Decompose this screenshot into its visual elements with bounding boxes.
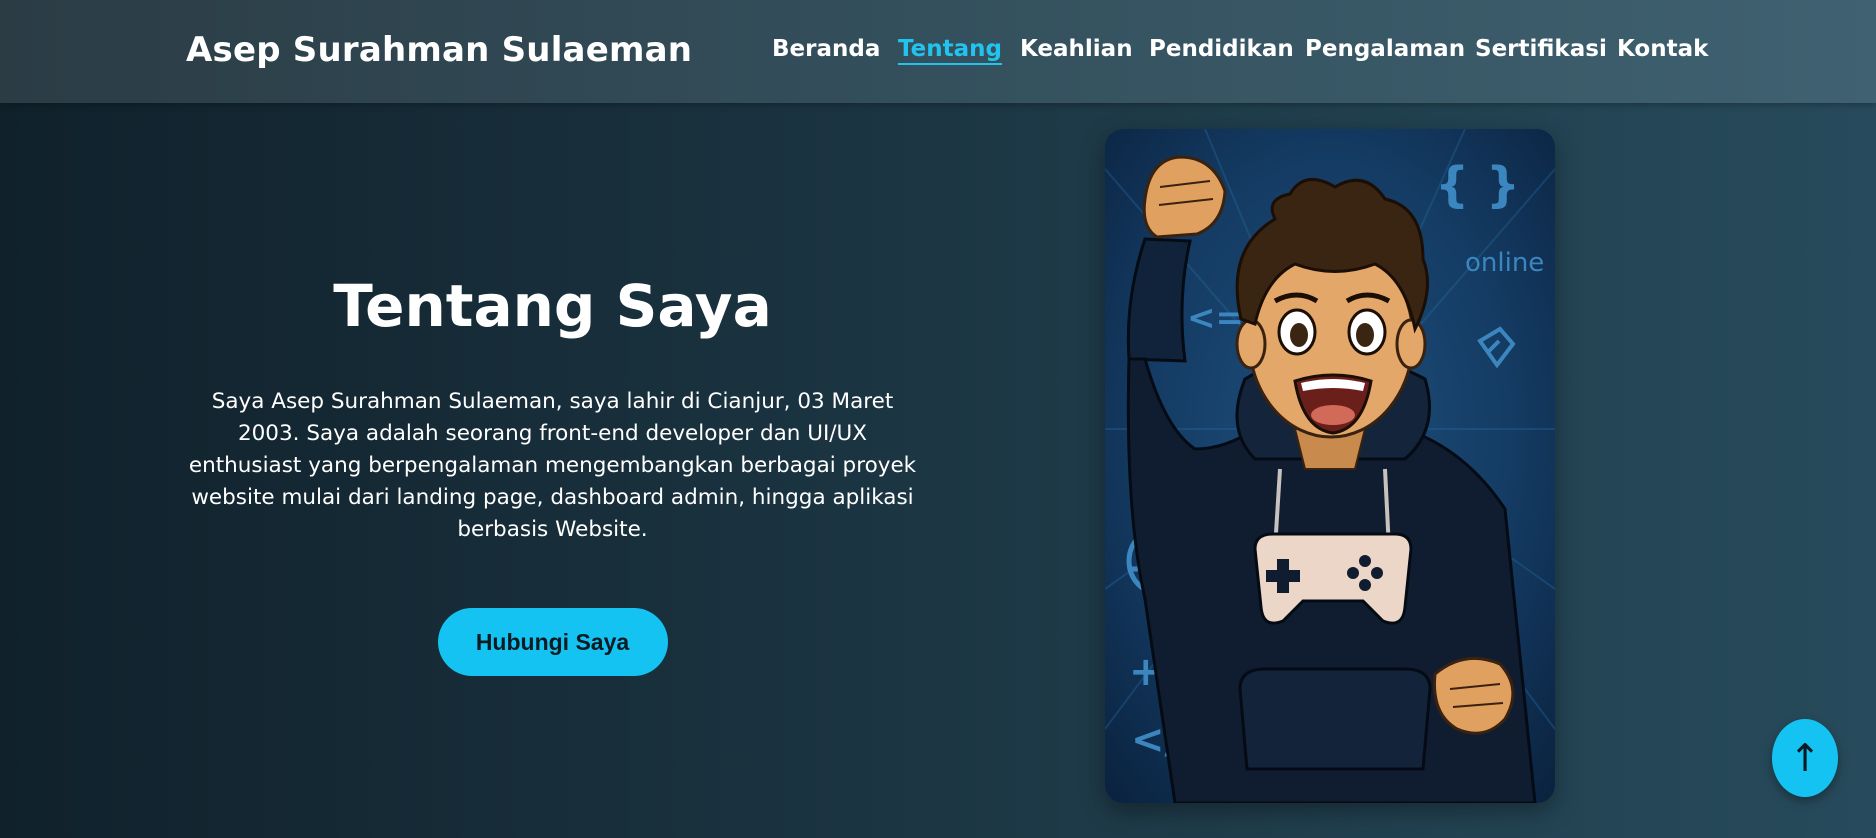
profile-illustration: { } online <= + </> + (1105, 129, 1555, 803)
brand-name[interactable]: Asep Surahman Sulaeman (186, 30, 692, 70)
nav-item-pendidikan[interactable]: Pendidikan (1149, 36, 1294, 62)
about-description: Saya Asep Surahman Sulaeman, saya lahir … (188, 389, 917, 542)
top-navbar: Asep Surahman Sulaeman Beranda Tentang K… (0, 0, 1876, 103)
nav-item-kontak[interactable]: Kontak (1617, 36, 1708, 62)
about-section: Tentang Saya Saya Asep Surahman Sulaeman… (170, 270, 935, 676)
nav-item-sertifikasi[interactable]: Sertifikasi (1475, 36, 1607, 62)
less-equal-icon: <= (1187, 298, 1244, 338)
arrow-up-icon: ↑ (1789, 736, 1821, 780)
contact-me-button[interactable]: Hubungi Saya (437, 608, 668, 676)
scroll-to-top-button[interactable]: ↑ (1772, 719, 1838, 797)
online-text: online (1465, 248, 1544, 278)
nav-item-pengalaman[interactable]: Pengalaman (1305, 36, 1465, 62)
nav-item-keahlian[interactable]: Keahlian (1020, 36, 1133, 62)
code-braces-icon: { } (1435, 157, 1520, 213)
nav-item-tentang[interactable]: Tentang (898, 36, 1002, 65)
page-title: Tentang Saya (333, 272, 772, 340)
nav-item-beranda[interactable]: Beranda (772, 36, 880, 62)
